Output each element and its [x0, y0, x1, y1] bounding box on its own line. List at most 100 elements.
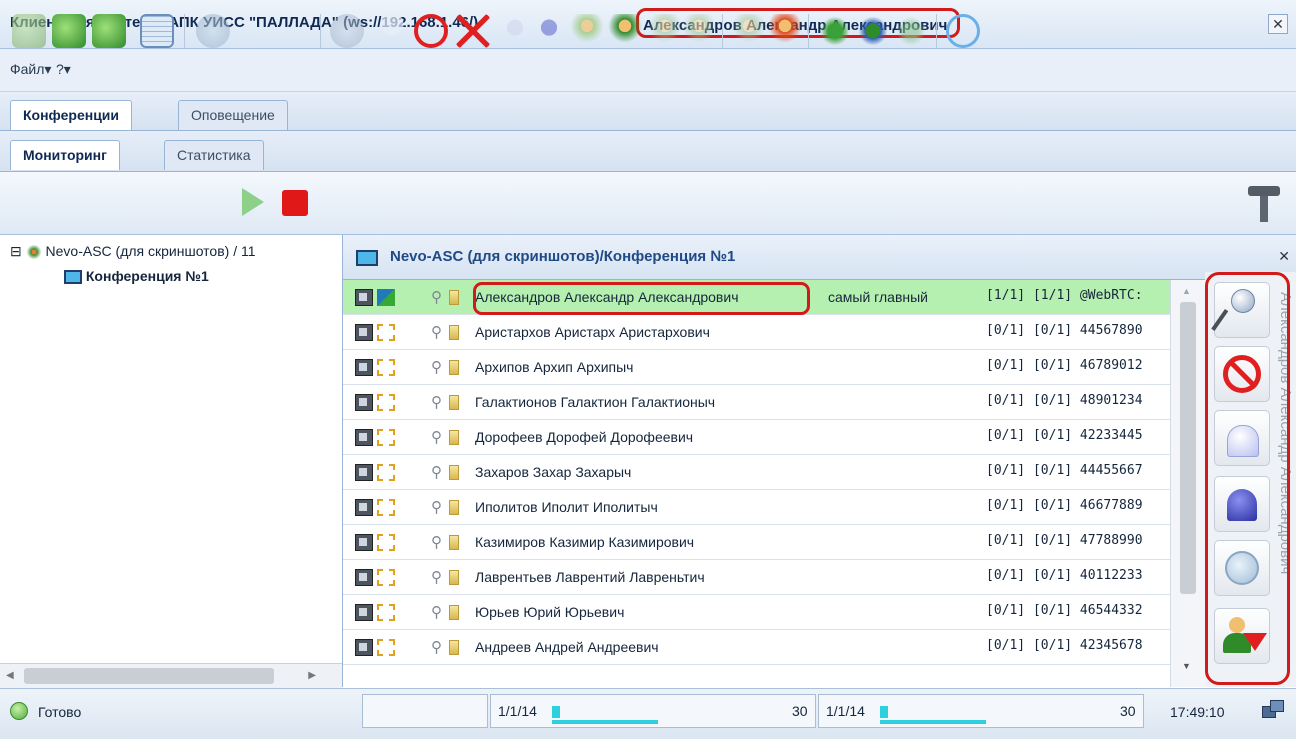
conference-edit-icon[interactable] — [92, 14, 126, 48]
conference-users-icon[interactable] — [52, 14, 86, 48]
microphone-icon[interactable]: ⚲ — [431, 498, 442, 516]
window-close-button[interactable]: ✕ — [1268, 14, 1288, 34]
connection-active-icon — [377, 289, 395, 306]
group-add-icon[interactable] — [818, 14, 852, 48]
user-disconnect-icon[interactable] — [732, 14, 766, 48]
participant-row[interactable]: ⚲ Дорофеев Дорофей Дорофеевич [0/1] [0/1… — [343, 420, 1170, 455]
tab-alerts[interactable]: Оповещение — [178, 100, 288, 130]
user-move-icon[interactable] — [682, 14, 716, 48]
lock-icon — [449, 395, 459, 410]
connection-idle-icon — [377, 639, 395, 656]
lock-icon — [449, 535, 459, 550]
tree-root-label: Nevo-ASC (для скриншотов) / 11 — [45, 243, 256, 259]
tab-conferences[interactable]: Конференции — [10, 100, 133, 130]
tree-expand-icon[interactable]: ⊟ — [10, 243, 22, 259]
lock-icon — [449, 325, 459, 340]
menu-file[interactable]: Файл▾ — [10, 61, 51, 78]
search-participant-icon[interactable] — [330, 14, 364, 48]
participant-row[interactable]: ⚲ Галактионов Галактион Галактионыч [0/1… — [343, 385, 1170, 420]
mute-all-icon[interactable] — [456, 14, 490, 48]
light-on-icon[interactable] — [532, 14, 566, 48]
microphone-icon[interactable]: ⚲ — [431, 463, 442, 481]
participant-row[interactable]: ⚲ Юрьев Юрий Юрьевич [0/1] [0/1] 4654433… — [343, 595, 1170, 630]
participant-name: Юрьев Юрий Юрьевич — [475, 604, 625, 620]
lock-icon — [449, 640, 459, 655]
conference-tree — [0, 235, 343, 687]
participant-row[interactable]: ⚲ Андреев Андрей Андреевич [0/1] [0/1] 4… — [343, 630, 1170, 665]
phone-icon[interactable] — [196, 14, 230, 48]
pager-2-marker — [880, 706, 888, 718]
selected-name-highlight — [473, 282, 810, 315]
participant-role: самый главный — [828, 289, 928, 305]
conference-icon — [64, 270, 82, 285]
play-icon[interactable] — [242, 188, 264, 216]
participant-row[interactable]: ⚲ Архипов Архип Архипыч [0/1] [0/1] 4678… — [343, 350, 1170, 385]
pager-1-progress — [552, 720, 658, 724]
light-off-icon[interactable] — [498, 14, 532, 48]
video-status-icon — [355, 464, 373, 481]
action-panel-highlight — [1205, 272, 1290, 685]
microphone-icon[interactable]: ⚲ — [431, 358, 442, 376]
add-conference-icon[interactable] — [12, 14, 46, 48]
user-call-icon[interactable] — [608, 14, 642, 48]
microphone-icon[interactable]: ⚲ — [431, 323, 442, 341]
participant-row[interactable]: ⚲ Лаврентьев Лаврентий Лавреньтич [0/1] … — [343, 560, 1170, 595]
participant-status: [0/1] [0/1] 40112233 — [986, 568, 1143, 583]
lock-icon — [449, 430, 459, 445]
microphone-icon[interactable]: ⚲ — [431, 638, 442, 656]
lock-icon — [449, 290, 459, 305]
lock-icon — [449, 605, 459, 620]
calendar-icon[interactable] — [140, 14, 174, 48]
participant-name: Архипов Архип Архипыч — [475, 359, 634, 375]
video-status-icon — [355, 499, 373, 516]
microphone-icon[interactable]: ⚲ — [431, 533, 442, 551]
tab-statistics[interactable]: Статистика — [164, 140, 264, 170]
user-add-icon[interactable] — [570, 14, 604, 48]
microphone-icon[interactable]: ⚲ — [431, 393, 442, 411]
lock-icon — [449, 360, 459, 375]
mute-microphone-icon[interactable] — [414, 14, 448, 48]
ready-check-icon — [10, 702, 28, 720]
participant-status: [0/1] [0/1] 47788990 — [986, 533, 1143, 548]
pager-1-marker — [552, 706, 560, 718]
group-remove-icon[interactable] — [894, 14, 928, 48]
participant-status: [0/1] [0/1] 46544332 — [986, 603, 1143, 618]
menu-help[interactable]: ?▾ — [56, 61, 71, 78]
user-remove-icon[interactable] — [768, 14, 802, 48]
chat-icon[interactable] — [946, 14, 980, 48]
video-status-icon — [355, 429, 373, 446]
participant-status: [0/1] [0/1] 46677889 — [986, 498, 1143, 513]
microphone-icon[interactable] — [372, 14, 406, 48]
tools-hammer-icon[interactable] — [1244, 186, 1284, 222]
lock-icon — [449, 500, 459, 515]
network-status-icon[interactable] — [1262, 700, 1284, 720]
video-status-icon — [355, 289, 373, 306]
participant-name: Захаров Захар Захарыч — [475, 464, 632, 480]
toolbar-separator — [808, 14, 809, 48]
tree-root[interactable]: ⊟ Nevo-ASC (для скриншотов) / 11 — [10, 243, 256, 260]
tree-horizontal-scrollbar[interactable]: ◀ ▶ — [0, 663, 342, 688]
tab-monitoring[interactable]: Мониторинг — [10, 140, 120, 170]
participant-row[interactable]: ⚲ Иполитов Иполит Иполитыч [0/1] [0/1] 4… — [343, 490, 1170, 525]
connection-idle-icon — [377, 464, 395, 481]
participant-row[interactable]: ⚲ Аристархов Аристарх Аристархович [0/1]… — [343, 315, 1170, 350]
participant-name: Андреев Андрей Андреевич — [475, 639, 659, 655]
connection-idle-icon — [377, 324, 395, 341]
scrollbar-thumb[interactable] — [1180, 302, 1196, 594]
microphone-icon[interactable]: ⚲ — [431, 428, 442, 446]
user-hold-icon[interactable] — [648, 14, 682, 48]
status-ready: Готово — [38, 704, 82, 720]
microphone-icon[interactable]: ⚲ — [431, 288, 442, 306]
participant-name: Казимиров Казимир Казимирович — [475, 534, 695, 550]
tree-conference[interactable]: Конференция №1 — [64, 268, 209, 285]
video-status-icon — [355, 324, 373, 341]
group-edit-icon[interactable] — [856, 14, 890, 48]
participant-row[interactable]: ⚲ Захаров Захар Захарыч [0/1] [0/1] 4445… — [343, 455, 1170, 490]
stop-icon[interactable] — [282, 190, 308, 216]
toolbar-separator — [722, 14, 723, 48]
microphone-icon[interactable]: ⚲ — [431, 603, 442, 621]
video-status-icon — [355, 639, 373, 656]
microphone-icon[interactable]: ⚲ — [431, 568, 442, 586]
panel-close-button[interactable]: ✕ — [1278, 248, 1290, 265]
participant-row[interactable]: ⚲ Казимиров Казимир Казимирович [0/1] [0… — [343, 525, 1170, 560]
